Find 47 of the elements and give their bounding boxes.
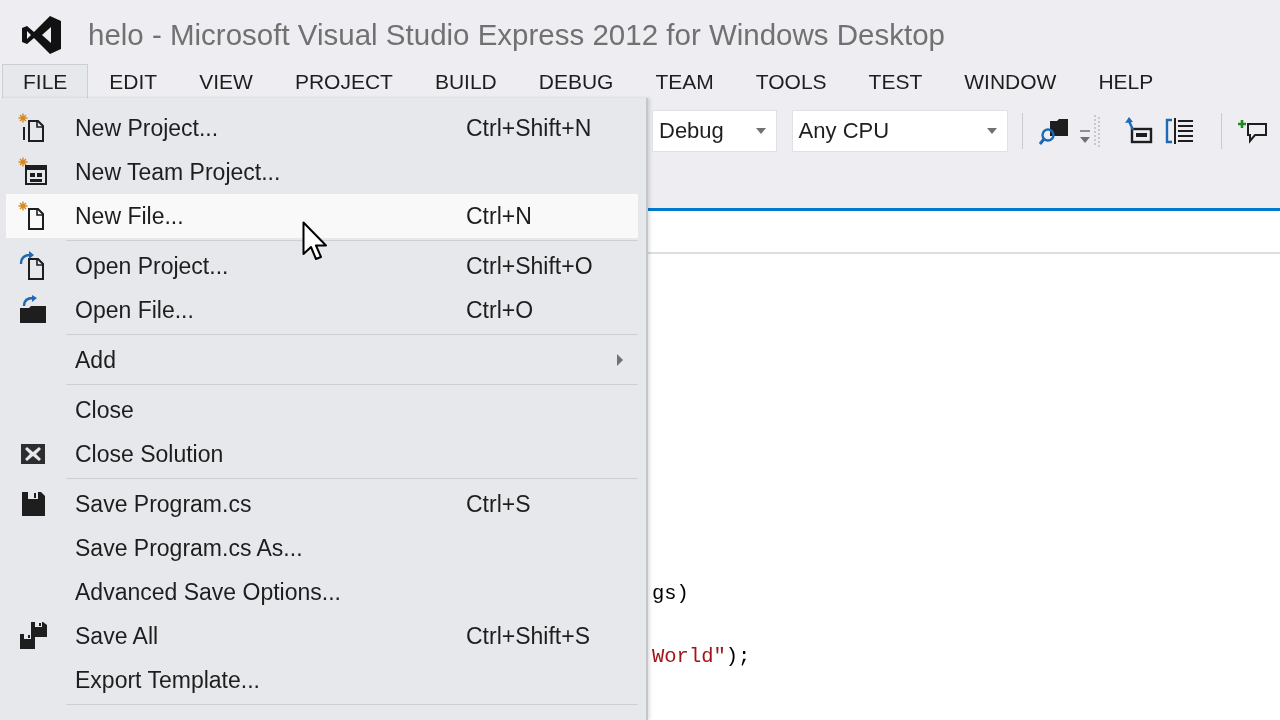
bracket-list-icon[interactable] xyxy=(1165,116,1195,146)
shortcut-text: Ctrl+Shift+S xyxy=(466,622,590,650)
shortcut-text: Ctrl+O xyxy=(466,296,534,324)
shortcut-text: Ctrl+Shift+N xyxy=(466,114,592,142)
menu-item[interactable]: Save Program.cs Ctrl+S xyxy=(6,482,638,526)
menu-item[interactable]: EDIT xyxy=(88,64,179,98)
menu-item[interactable]: Open Project... Ctrl+Shift+O xyxy=(6,244,638,288)
menu-item[interactable]: Advanced Save Options... xyxy=(6,570,638,614)
shortcut-text: Ctrl+Shift+O xyxy=(466,252,593,280)
menu-item[interactable]: FILE xyxy=(2,64,89,98)
menu-item[interactable]: New Team Project... xyxy=(6,150,638,194)
code-line: World"); xyxy=(652,644,751,670)
menu-item[interactable]: TOOLS xyxy=(734,64,848,98)
arrow-folder-icon xyxy=(18,295,48,325)
menu-item[interactable]: Open File... Ctrl+O xyxy=(6,288,638,332)
caret-icon xyxy=(755,128,766,134)
platform-dropdown[interactable]: Any CPU xyxy=(791,110,1008,152)
menu-item[interactable]: Close Solution xyxy=(6,432,638,476)
menu-item[interactable]: Add xyxy=(6,338,638,382)
menu-item[interactable]: New Project... Ctrl+Shift+N xyxy=(6,106,638,150)
menu-item[interactable]: Export Template... xyxy=(6,658,638,702)
menu-item[interactable]: HELP xyxy=(1077,64,1175,98)
menu-item[interactable]: TEAM xyxy=(634,64,735,98)
menu-item[interactable]: VIEW xyxy=(178,64,274,98)
menu-item[interactable]: WINDOW xyxy=(943,64,1078,98)
folder-magnifier-icon[interactable] xyxy=(1039,117,1069,145)
menu-item[interactable]: BUILD xyxy=(413,64,518,98)
menu-item[interactable]: New File... Ctrl+N xyxy=(6,194,638,238)
floppy-disks-icon xyxy=(18,621,48,651)
code-line: gs) xyxy=(652,581,689,607)
speech-bubble-plus-icon[interactable] xyxy=(1238,117,1268,145)
arrow-box-icon[interactable] xyxy=(1123,117,1153,145)
mouse-pointer-icon xyxy=(302,221,327,261)
grip-icon xyxy=(1093,114,1101,148)
caret-icon xyxy=(987,128,997,134)
window-title: helo - Microsoft Visual Studio Express 2012 for Windows Desktop xyxy=(88,18,945,52)
menu-item[interactable]: Save Program.cs As... xyxy=(6,526,638,570)
menu-item[interactable]: Save All Ctrl+Shift+S xyxy=(6,614,638,658)
sparkle-window-icon xyxy=(18,157,48,187)
menu-item[interactable]: TEST xyxy=(847,64,944,98)
shortcut-text: Ctrl+S xyxy=(466,490,531,518)
app-logo-icon xyxy=(22,16,62,54)
menu-item[interactable]: DEBUG xyxy=(517,64,635,98)
menu-item[interactable]: Close xyxy=(6,388,638,432)
shortcut-text: Ctrl+N xyxy=(466,202,532,230)
configuration-dropdown[interactable]: Debug xyxy=(652,110,777,152)
menu-item[interactable]: PROJECT xyxy=(273,64,414,98)
